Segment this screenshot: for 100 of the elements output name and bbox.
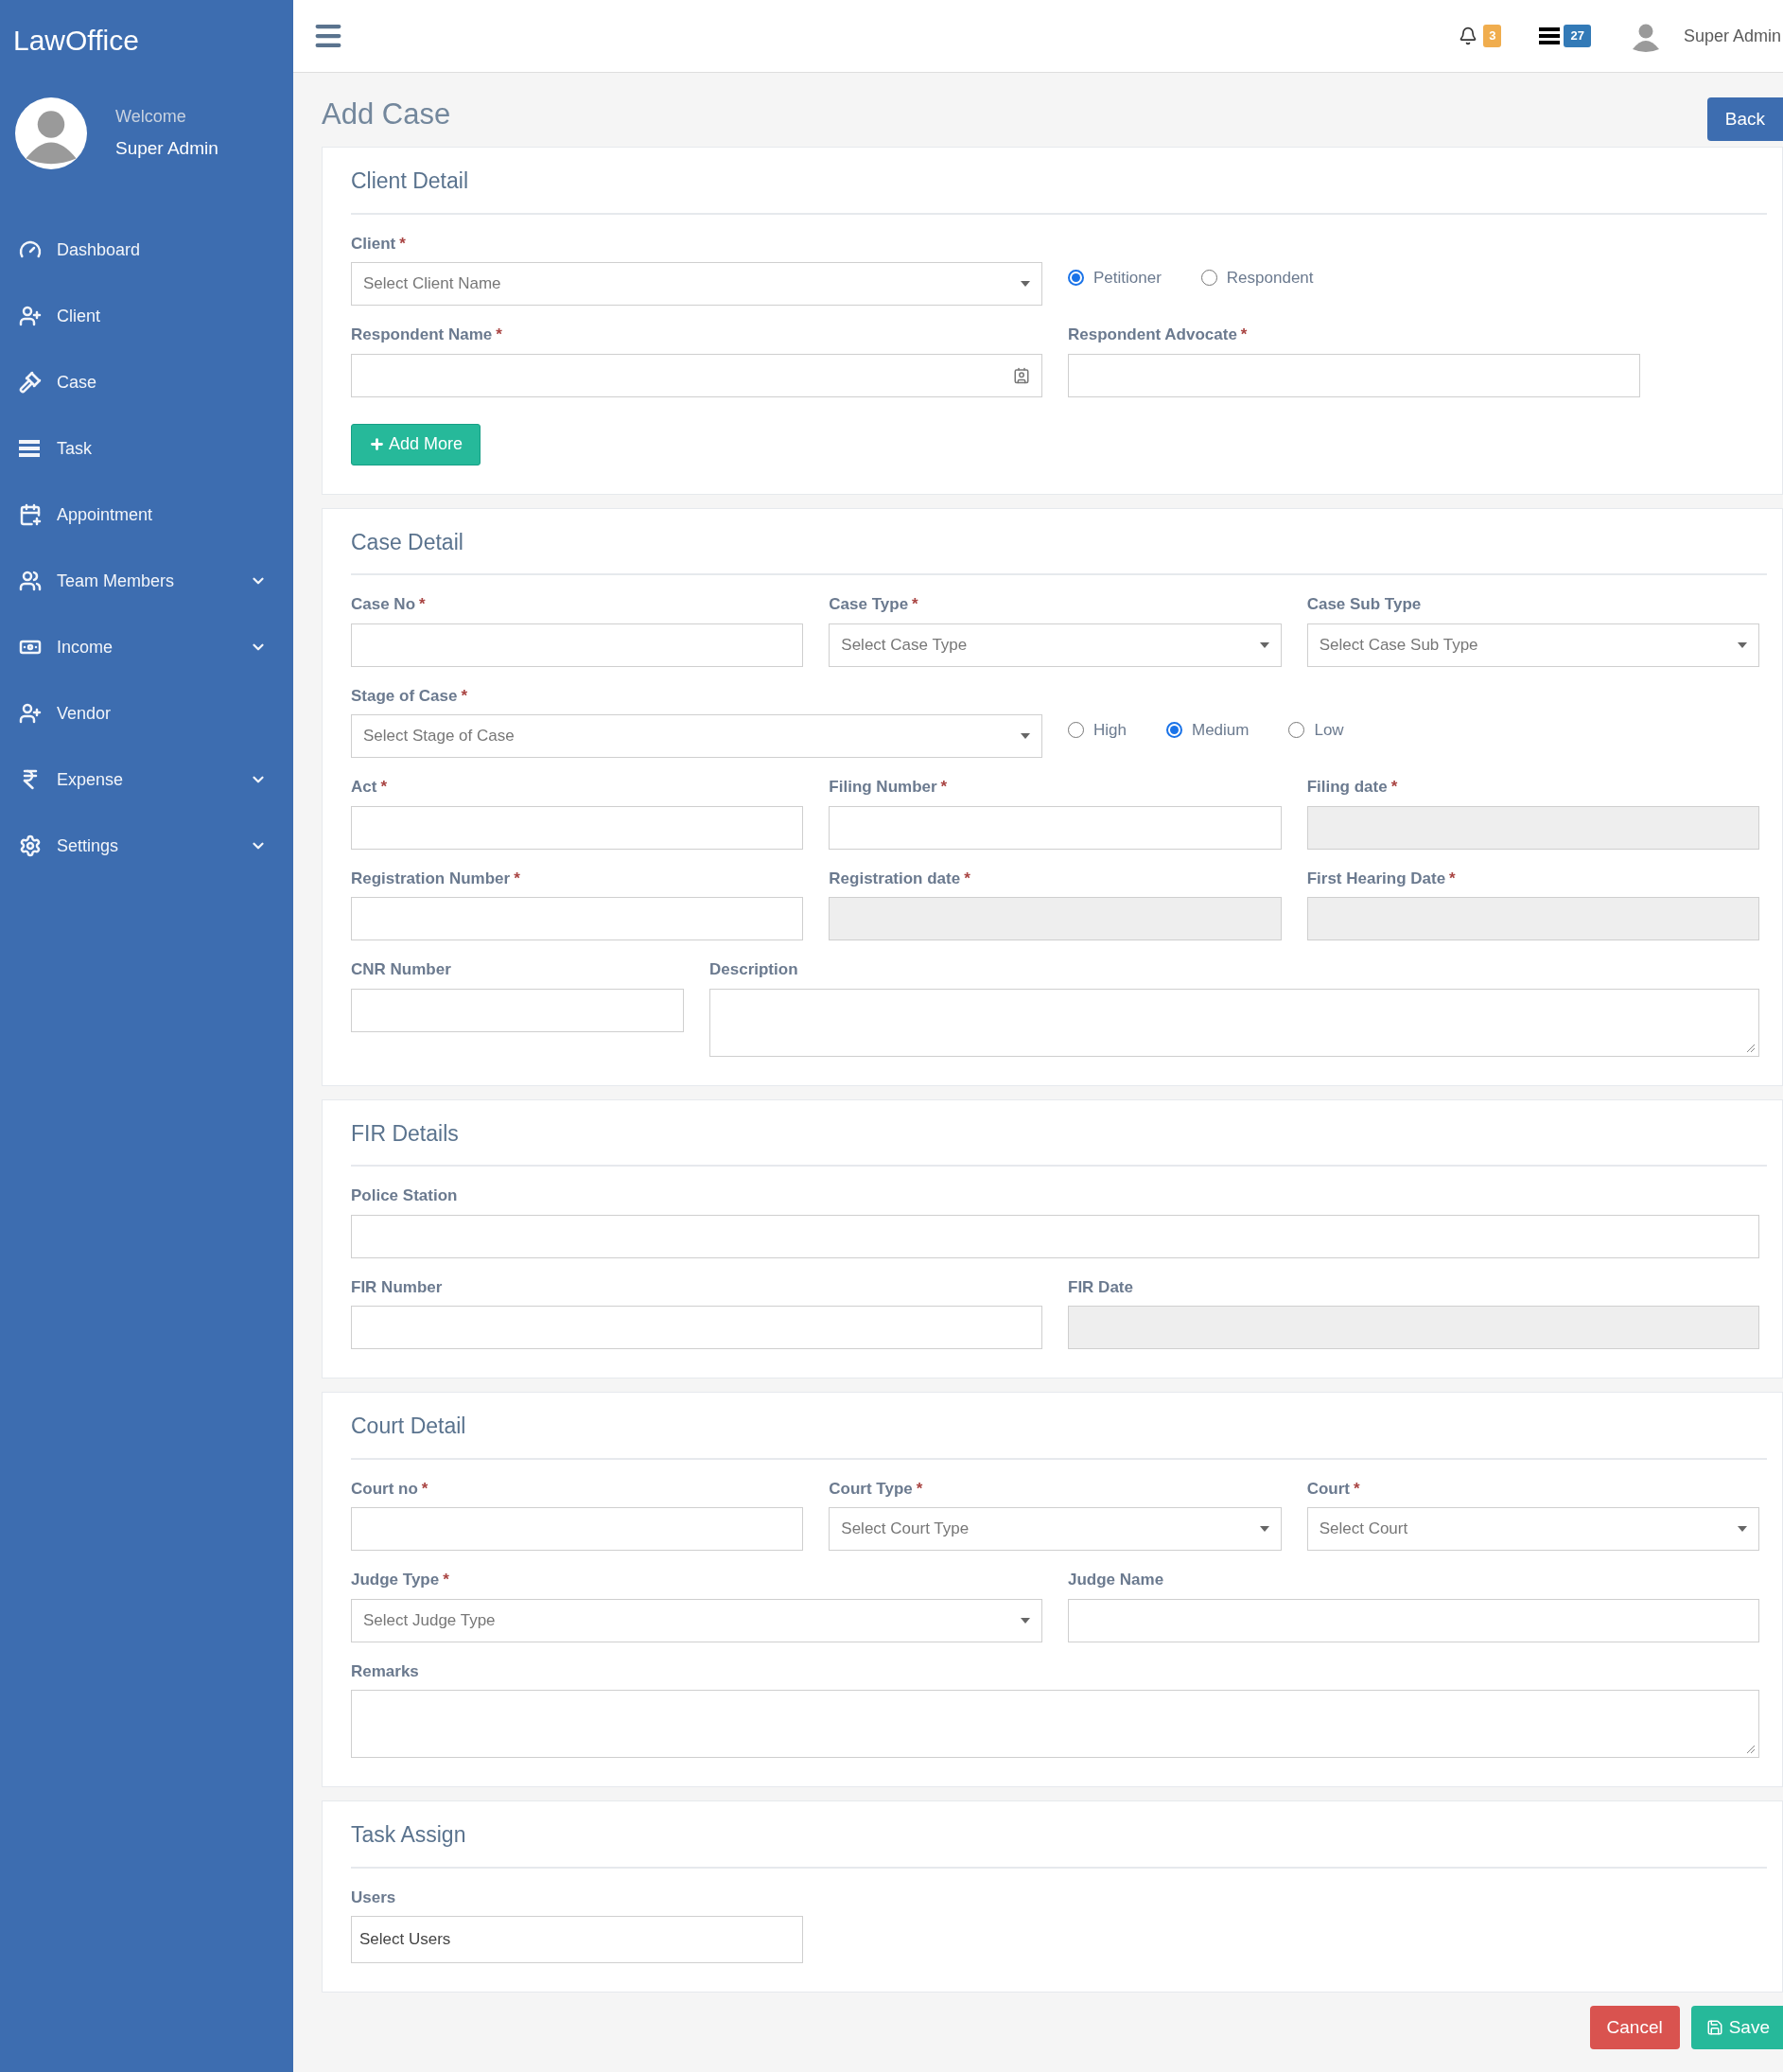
- select-field[interactable]: Select Case Type: [829, 623, 1282, 667]
- text-field[interactable]: [829, 805, 1282, 850]
- page-title: Add Case: [322, 96, 451, 132]
- radio-label: Petitioner: [1093, 268, 1162, 289]
- resize-handle-icon: [1746, 1043, 1756, 1053]
- text-field[interactable]: [1068, 1598, 1759, 1642]
- text-field[interactable]: [351, 805, 804, 850]
- sidebar-item[interactable]: Team Members: [0, 548, 293, 614]
- section-title: Case Detail: [351, 528, 464, 556]
- select-field[interactable]: Select Case Sub Type: [1306, 623, 1759, 667]
- date-field[interactable]: [1306, 897, 1759, 940]
- sidebar-item[interactable]: Dashboard: [0, 217, 293, 283]
- add-user-icon: [19, 305, 42, 327]
- user-name: Super Admin: [115, 137, 219, 161]
- bell-icon[interactable]: [1459, 26, 1478, 45]
- text-field[interactable]: [351, 1214, 1759, 1258]
- list-icon: [1539, 27, 1561, 44]
- text-field[interactable]: [351, 353, 1042, 397]
- field-label: Filing date *: [1306, 777, 1398, 798]
- radio-button[interactable]: [1165, 722, 1182, 739]
- caret-icon: [1021, 733, 1030, 739]
- plus-icon: [369, 436, 385, 452]
- field-label: Court *: [1306, 1478, 1360, 1500]
- caret-icon: [1021, 281, 1030, 287]
- text-field[interactable]: [1068, 353, 1640, 397]
- section-title: Client Detail: [351, 167, 469, 195]
- field-label: Stage of Case *: [351, 685, 468, 707]
- users-icon: [19, 570, 42, 592]
- back-button[interactable]: Back: [1706, 97, 1783, 141]
- field-label: Users: [351, 1887, 396, 1908]
- task-badge: 27: [1564, 25, 1591, 47]
- radio-button[interactable]: [1288, 722, 1305, 739]
- save-button[interactable]: Save: [1690, 2006, 1783, 2049]
- settings-icon: [19, 834, 42, 857]
- field-label: Registration Number *: [351, 868, 520, 889]
- welcome-text: Welcome: [115, 106, 187, 129]
- field-label: CNR Number: [351, 959, 451, 980]
- select-field[interactable]: Select Stage of Case: [351, 714, 1042, 758]
- radio-label: High: [1093, 720, 1127, 741]
- caret-icon: [1259, 1526, 1269, 1532]
- select-field[interactable]: Select Court Type: [829, 1507, 1282, 1551]
- field-label: Client *: [351, 233, 406, 255]
- caret-icon: [1738, 641, 1747, 648]
- text-field[interactable]: [351, 897, 804, 940]
- contact-card-icon: [1013, 366, 1030, 384]
- radio-label: Respondent: [1226, 268, 1314, 289]
- text-field[interactable]: [351, 988, 684, 1032]
- resize-handle-icon: [1746, 1745, 1756, 1754]
- sidebar-item[interactable]: Client: [0, 283, 293, 349]
- list-icon: [19, 440, 40, 457]
- sidebar-item[interactable]: Income: [0, 614, 293, 680]
- field-label: Description: [709, 959, 798, 980]
- section-title: Task Assign: [351, 1821, 467, 1849]
- add-more-button[interactable]: Add More: [351, 423, 481, 465]
- gavel-icon: [19, 371, 42, 394]
- sidebar-item[interactable]: Appointment: [0, 482, 293, 548]
- field-label: Respondent Name *: [351, 325, 502, 345]
- field-label: Registration date *: [829, 868, 970, 889]
- field-label: FIR Number: [351, 1276, 443, 1298]
- text-area[interactable]: [709, 988, 1759, 1057]
- radio-label: Medium: [1191, 720, 1250, 741]
- sidebar-item[interactable]: Case: [0, 349, 293, 415]
- date-field[interactable]: [829, 897, 1282, 940]
- field-label: Police Station: [351, 1185, 458, 1206]
- field-label: Act *: [351, 777, 388, 798]
- field-label: Remarks: [351, 1660, 419, 1682]
- field-label: Court Type *: [829, 1478, 923, 1500]
- date-field[interactable]: [1306, 805, 1759, 850]
- calendar-icon: [19, 503, 42, 526]
- field-label: Respondent Advocate *: [1068, 325, 1248, 345]
- text-field[interactable]: [351, 1306, 1042, 1349]
- section-title: Court Detail: [351, 1413, 467, 1440]
- sidebar-item[interactable]: Expense: [0, 746, 293, 813]
- field-label: First Hearing Date *: [1306, 868, 1456, 889]
- radio-button[interactable]: [1068, 270, 1084, 287]
- caret-icon: [1738, 1526, 1747, 1532]
- field-label: Judge Name: [1068, 1570, 1164, 1590]
- sidebar-item[interactable]: Settings: [0, 813, 293, 879]
- users-select-field[interactable]: Select Users: [351, 1916, 804, 1963]
- caret-icon: [1259, 641, 1269, 648]
- field-label: Case Sub Type: [1306, 594, 1422, 615]
- date-field[interactable]: [1068, 1306, 1759, 1349]
- radio-button[interactable]: [1200, 270, 1217, 287]
- cancel-button[interactable]: Cancel: [1589, 2006, 1680, 2049]
- sidebar-item[interactable]: Vendor: [0, 680, 293, 746]
- text-field[interactable]: [351, 623, 804, 667]
- text-field[interactable]: [351, 1507, 804, 1551]
- select-field[interactable]: Select Client Name: [351, 262, 1042, 306]
- radio-button[interactable]: [1068, 722, 1084, 739]
- user-name[interactable]: Super Admin: [1683, 23, 1781, 49]
- sidebar-item[interactable]: Task: [0, 415, 293, 482]
- select-field[interactable]: Select Judge Type: [351, 1598, 1042, 1642]
- select-field[interactable]: Select Court: [1306, 1507, 1759, 1551]
- field-label: Case Type *: [829, 594, 918, 615]
- section-title: FIR Details: [351, 1119, 460, 1148]
- text-area[interactable]: [351, 1690, 1759, 1758]
- field-label: Case No *: [351, 594, 426, 615]
- save-icon: [1705, 2019, 1723, 2036]
- caret-icon: [1021, 1617, 1030, 1624]
- field-label: Filing Number *: [829, 777, 948, 798]
